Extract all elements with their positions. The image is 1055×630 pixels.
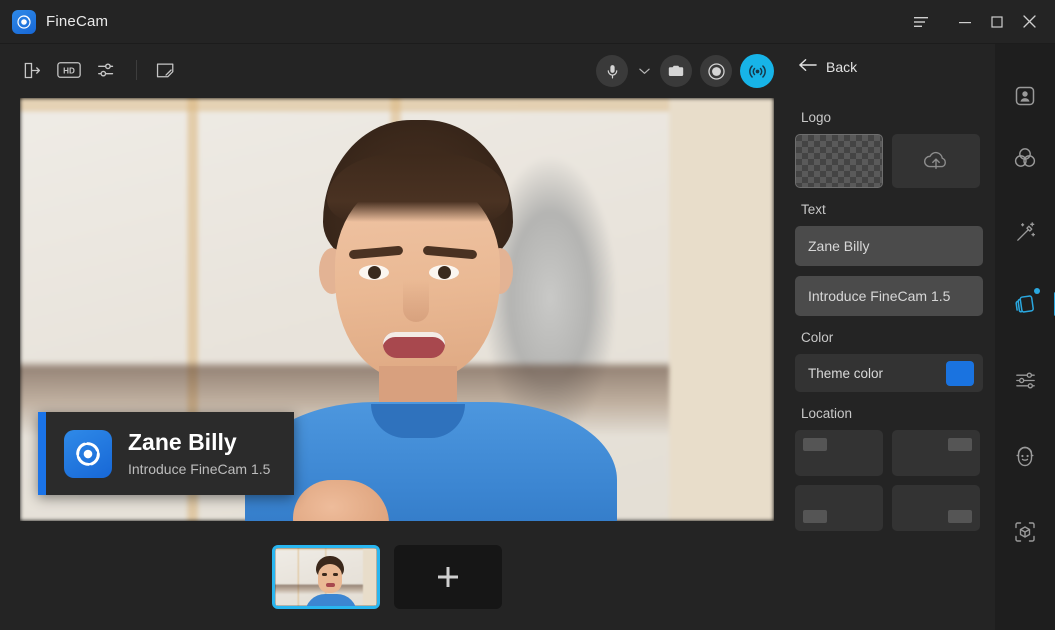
overlay-accent-bar	[38, 412, 46, 495]
theme-color-swatch[interactable]	[946, 360, 974, 386]
cube-frame-icon	[1015, 522, 1035, 542]
finecam-shutter-icon	[64, 429, 112, 478]
rail-adjustments[interactable]	[1003, 358, 1047, 402]
subject-mouth	[383, 332, 445, 358]
subject-pupil-right	[438, 266, 451, 279]
location-top-right[interactable]	[892, 430, 980, 476]
scene-thumbnail-1[interactable]	[272, 545, 380, 609]
three-circles-icon	[1014, 148, 1036, 167]
logo-transparent-tile[interactable]	[795, 134, 883, 188]
logo-tiles	[792, 134, 986, 188]
window-controls	[905, 0, 1055, 44]
location-chip	[948, 438, 972, 451]
hamburger-menu-icon[interactable]	[905, 0, 937, 44]
chevron-down-icon[interactable]	[636, 67, 652, 75]
minimize-icon[interactable]	[949, 0, 981, 44]
overlay-text-group: Zane Billy Introduce FineCam 1.5	[128, 429, 271, 477]
add-scene-button[interactable]	[394, 545, 502, 609]
back-button[interactable]: Back	[798, 58, 857, 75]
camera-icon[interactable]	[660, 55, 692, 87]
video-preview[interactable]: Zane Billy Introduce FineCam 1.5	[20, 98, 774, 521]
record-circle-icon[interactable]	[700, 55, 732, 87]
location-chip	[948, 510, 972, 523]
rail-badge-dot	[1034, 288, 1040, 294]
finecam-window: FineCam HD Back Zane Billy Introduce Fin…	[0, 0, 1055, 630]
location-chip	[803, 438, 827, 451]
logo-upload-tile[interactable]	[892, 134, 980, 188]
overlay-name: Zane Billy	[128, 429, 237, 456]
rail-avatar[interactable]	[1003, 434, 1047, 478]
toolbar-left-group: HD	[14, 54, 183, 86]
sliders-icon[interactable]	[90, 54, 124, 86]
location-bottom-left[interactable]	[795, 485, 883, 531]
rail-3d-object[interactable]	[1003, 510, 1047, 554]
lower-third-overlay[interactable]: Zane Billy Introduce FineCam 1.5	[38, 412, 295, 495]
portrait-frame-icon	[1015, 86, 1035, 106]
rail-background[interactable]	[1003, 136, 1047, 180]
scene-strip	[0, 543, 774, 611]
svg-text:HD: HD	[63, 66, 75, 75]
cloud-upload-icon	[924, 151, 946, 170]
layers-overlay-icon	[1015, 295, 1034, 313]
overlay-name-input[interactable]: Zane Billy	[795, 226, 983, 266]
rail-portrait[interactable]	[1003, 74, 1047, 118]
sliders-icon	[1015, 372, 1035, 388]
exit-door-arrow-icon[interactable]	[14, 54, 48, 86]
video-subject	[245, 120, 617, 521]
note-edit-icon[interactable]	[149, 54, 183, 86]
plus-icon	[438, 567, 458, 587]
arrow-left-icon	[798, 58, 817, 75]
broadcast-waves-icon[interactable]	[740, 54, 774, 88]
scene-thumbnail-subject	[305, 556, 357, 606]
toolbar-divider	[136, 60, 137, 80]
location-top-left[interactable]	[795, 430, 883, 476]
subject-pupil-left	[368, 266, 381, 279]
text-section-label: Text	[801, 202, 826, 217]
magic-wand-icon	[1016, 221, 1035, 241]
subject-nose	[403, 280, 429, 322]
color-section-label: Color	[801, 330, 834, 345]
rail-beautify[interactable]	[1003, 210, 1047, 254]
location-options	[792, 430, 986, 531]
back-label: Back	[826, 58, 858, 75]
microphone-icon[interactable]	[596, 55, 628, 87]
title-bar: FineCam	[0, 0, 1055, 44]
toolbar-center-group	[596, 54, 774, 88]
overlay-settings-panel: Logo Text Zane Billy Introduce FineCam 1…	[783, 96, 995, 630]
main-toolbar: HD Back	[0, 44, 1055, 96]
theme-color-row[interactable]: Theme color	[795, 354, 983, 392]
maximize-icon[interactable]	[981, 0, 1013, 44]
location-bottom-right[interactable]	[892, 485, 980, 531]
overlay-body: Zane Billy Introduce FineCam 1.5	[46, 412, 295, 495]
location-section-label: Location	[801, 406, 853, 421]
finecam-shutter-icon	[12, 9, 36, 34]
logo-section-label: Logo	[801, 110, 832, 125]
theme-color-label: Theme color	[808, 365, 884, 381]
hd-badge-icon[interactable]: HD	[52, 54, 86, 86]
subject-fringe	[327, 154, 509, 222]
rail-overlay[interactable]	[1003, 282, 1055, 326]
overlay-subtitle: Introduce FineCam 1.5	[128, 460, 271, 477]
location-chip	[803, 510, 827, 523]
feature-rail	[995, 44, 1055, 630]
overlay-subtitle-input[interactable]: Introduce FineCam 1.5	[795, 276, 983, 316]
face-avatar-icon	[1016, 446, 1034, 467]
app-title: FineCam	[46, 13, 109, 30]
close-icon[interactable]	[1013, 0, 1045, 44]
